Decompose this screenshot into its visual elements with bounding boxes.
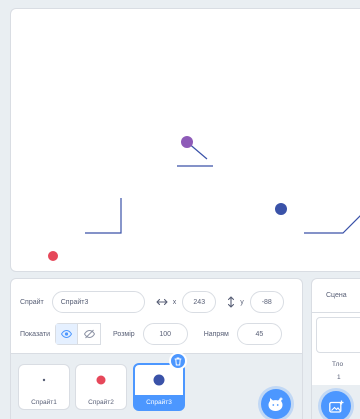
sprite-name-input[interactable]: Спрайт3 xyxy=(51,291,145,313)
sprite-info-row-2: Показати Розмір 100 Напрям 45 xyxy=(20,321,282,347)
sprite-info-panel: Спрайт Спрайт3 x 243 y -88 Показати Розм… xyxy=(10,278,303,419)
pen-line-right xyxy=(304,215,360,234)
stage-drawing xyxy=(48,136,360,261)
sprite-tile-name: Спрайт1 xyxy=(31,399,57,406)
image-plus-icon xyxy=(328,400,344,413)
purple-sprite-dot xyxy=(181,136,193,148)
y-value: -88 xyxy=(261,298,272,306)
blue-sprite-dot xyxy=(275,203,287,215)
sprite-name-label: Спрайт xyxy=(20,298,44,306)
x-label: x xyxy=(172,298,177,306)
stage-canvas[interactable] xyxy=(10,8,360,272)
choose-backdrop-button[interactable] xyxy=(321,391,351,419)
sprite-tile-name: Спрайт2 xyxy=(88,399,114,406)
direction-input[interactable]: 45 xyxy=(236,323,282,345)
red-sprite-dot xyxy=(48,251,58,261)
left-right-arrow-icon xyxy=(156,298,168,306)
x-value: 243 xyxy=(193,298,206,306)
stage-thumbnail xyxy=(316,317,360,353)
cat-plus-icon xyxy=(268,397,284,412)
show-label: Показати xyxy=(20,330,51,338)
stage-tab-label: Сцена xyxy=(326,292,347,299)
stage-target-panel[interactable]: Сцена Тло 1 xyxy=(311,278,360,419)
eye-icon xyxy=(61,330,73,338)
sprite-tile-name: Спрайт3 xyxy=(146,399,172,406)
sprite-list: Спрайт1 Спрайт2 Спрайт3 xyxy=(11,352,302,419)
size-label: Розмір xyxy=(113,330,135,338)
x-input[interactable]: 243 xyxy=(182,291,217,313)
backdrops-label: Тло xyxy=(332,361,344,368)
show-visible-button[interactable] xyxy=(56,324,79,344)
direction-value: 45 xyxy=(255,330,264,338)
delete-sprite-button[interactable] xyxy=(169,352,187,370)
eye-slash-icon xyxy=(83,329,95,339)
sprite-tile-2[interactable]: Спрайт2 xyxy=(75,364,127,410)
y-input[interactable]: -88 xyxy=(249,291,284,313)
direction-label: Напрям xyxy=(203,330,229,338)
sprite-name-value: Спрайт3 xyxy=(60,298,89,306)
sprite-tile-1[interactable]: Спрайт1 xyxy=(18,364,70,410)
sprite-thumbnail xyxy=(19,365,69,395)
y-label: y xyxy=(240,298,244,306)
sprite-thumbnail xyxy=(76,365,126,395)
size-value: 100 xyxy=(159,330,172,338)
backdrops-count: 1 xyxy=(337,374,341,381)
size-input[interactable]: 100 xyxy=(142,323,188,345)
stage-panel-footer xyxy=(312,385,360,419)
sprite-info-row-1: Спрайт Спрайт3 x 243 y -88 xyxy=(20,289,284,315)
show-hidden-button[interactable] xyxy=(78,324,100,344)
trash-icon xyxy=(174,357,182,366)
sprite-tile-3-selected[interactable]: Спрайт3 xyxy=(133,363,185,411)
show-toggle xyxy=(55,323,102,345)
stage-tab: Сцена xyxy=(312,279,360,313)
pen-line-corner xyxy=(85,198,122,234)
editor-frame: Спрайт Спрайт3 x 243 y -88 Показати Розм… xyxy=(0,0,360,419)
choose-sprite-button[interactable] xyxy=(261,389,291,419)
up-down-arrow-icon xyxy=(227,296,235,308)
